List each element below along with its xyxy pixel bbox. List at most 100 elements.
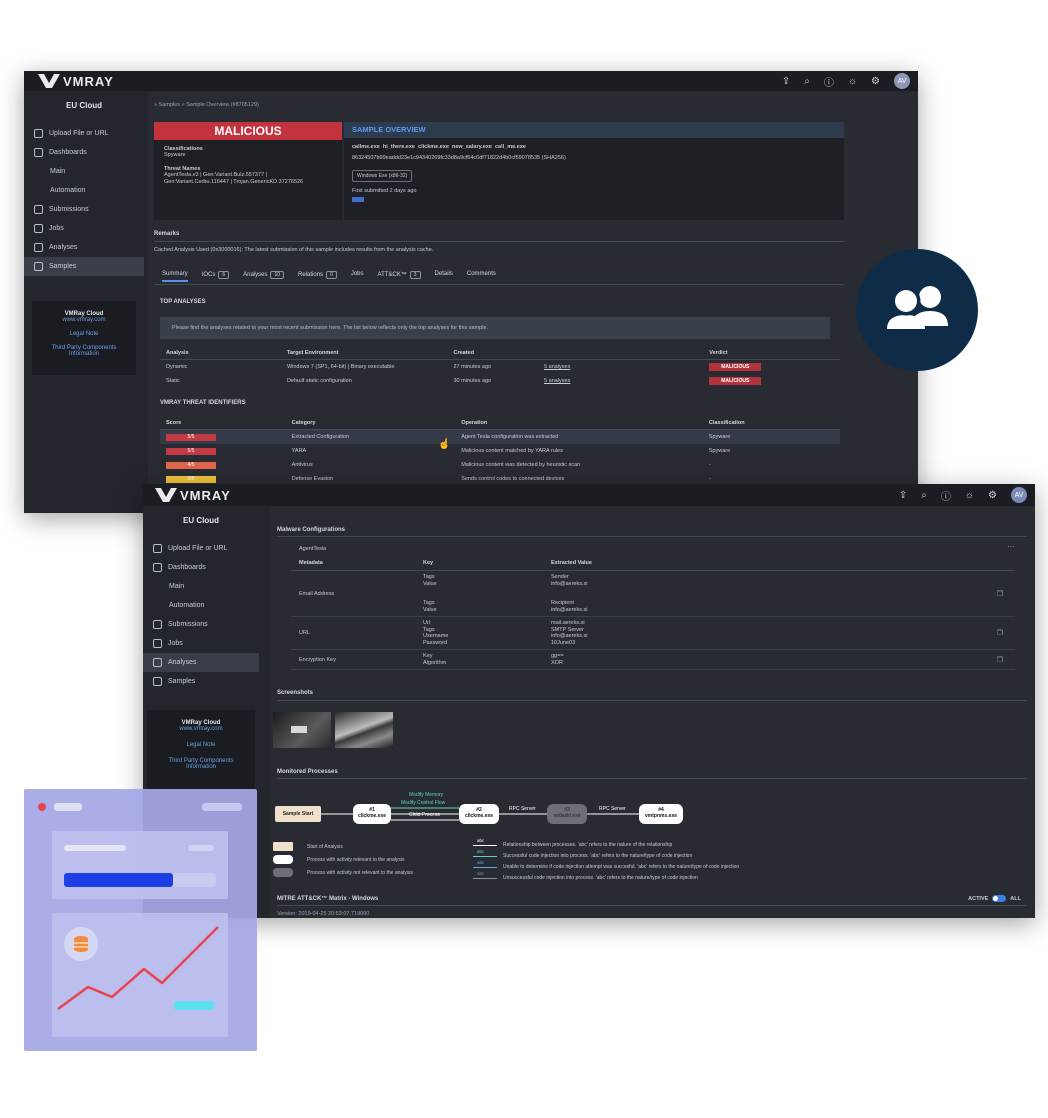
sample-start-node[interactable]: Sample Start (275, 806, 321, 822)
upload-icon[interactable]: ⇪ (782, 76, 790, 87)
copy-icon[interactable]: ❐ (997, 590, 1003, 598)
toolbar-icons: ⇪ ⌕ ⓘ ☼ ⚙ AV (899, 487, 1027, 503)
vmray-logo[interactable]: VMRAY (38, 74, 114, 89)
sidebar-item-automation[interactable]: Automation (24, 181, 144, 200)
malware-family: AgentTesla (299, 546, 327, 552)
analyses-link[interactable]: 5 analyses (544, 378, 570, 384)
sidebar-item-upload-file-or-url[interactable]: Upload File or URL (24, 124, 144, 143)
table-row[interactable]: 5/5 YARA Malicious content matched by YARA… (160, 444, 840, 458)
sidebar-item-label: Dashboards (168, 564, 206, 571)
config-value[interactable]: 10June03 (551, 640, 991, 647)
sidebar-item-jobs[interactable]: Jobs (143, 634, 259, 653)
gear-icon[interactable]: ⚙ (988, 490, 997, 501)
toolbar-icons: ⇪ ⌕ ⓘ ☼ ⚙ AV (782, 73, 910, 89)
copy-icon[interactable]: ❐ (997, 656, 1003, 664)
avatar[interactable]: AV (894, 73, 910, 89)
cloud-url-link[interactable]: www.vmray.com (147, 726, 255, 732)
cloud-info-box: VMRay Cloud www.vmray.com Legal Note Thi… (32, 301, 136, 375)
process-node-2[interactable]: #2 clickme.exe (459, 804, 499, 824)
tab-comments[interactable]: Comments (467, 271, 496, 282)
database-icon (34, 205, 43, 214)
screenshot-thumbnail-1[interactable] (273, 712, 331, 748)
tab-relations[interactable]: Relations 0 (298, 271, 337, 282)
theme-icon[interactable]: ☼ (965, 490, 974, 501)
vmray-logo[interactable]: VMRAY (155, 488, 231, 503)
help-icon[interactable]: ⓘ (824, 74, 834, 89)
config-value[interactable]: XOR (551, 660, 991, 667)
tab-jobs[interactable]: Jobs (351, 271, 364, 282)
gear-icon[interactable]: ⚙ (871, 76, 880, 87)
upload-icon (34, 129, 43, 138)
theme-icon[interactable]: ☼ (848, 76, 857, 87)
breadcrumb[interactable]: » Samples » Sample Overview (#8705129) (154, 102, 259, 108)
table-cell: - (708, 476, 711, 482)
sidebar-item-main[interactable]: Main (143, 577, 259, 596)
edge-label-modify-control-flow: Modify Control Flow (401, 800, 446, 806)
file-icon (34, 262, 43, 271)
table-row[interactable]: 5/5 Extracted Configuration Agent Tesla co… (160, 429, 840, 444)
cloud-url-link[interactable]: www.vmray.com (32, 317, 136, 323)
tab-details[interactable]: Details (435, 271, 453, 282)
sidebar-item-label: Main (169, 583, 185, 590)
sidebar-item-analyses[interactable]: Analyses (143, 653, 259, 672)
help-icon[interactable]: ⓘ (941, 488, 951, 503)
sidebar-item-submissions[interactable]: Submissions (143, 615, 259, 634)
table-row[interactable]: 4/5 Antivirus Malicious content was detect… (160, 458, 840, 472)
jobs-icon (34, 224, 43, 233)
sidebar-item-upload-file-or-url[interactable]: Upload File or URL (143, 539, 259, 558)
copy-icon[interactable]: ❐ (997, 629, 1003, 637)
sidebar-item-dashboards[interactable]: Dashboards (143, 558, 259, 577)
legal-note-link[interactable]: Legal Note (147, 742, 255, 748)
config-key: Algorithm (423, 659, 447, 666)
legal-note-link[interactable]: Legal Note (32, 331, 136, 337)
third-party-link[interactable]: Third Party Components Information (147, 758, 255, 770)
sidebar-item-samples[interactable]: Samples (143, 672, 259, 691)
sha256-hash[interactable]: 86324507b99eaddd23e1c94340269fc33d8a9cf6… (352, 155, 540, 161)
tab-summary[interactable]: Summary (162, 271, 188, 282)
table-cell: Malicious content matched by YARA rules (461, 448, 563, 454)
config-value[interactable]: info@aereks.si (551, 607, 991, 614)
third-party-link[interactable]: Third Party Components Information (32, 345, 136, 357)
table-row[interactable]: Static Default static configuration 30 min… (160, 374, 840, 388)
sidebar-item-main[interactable]: Main (24, 162, 144, 181)
divider (277, 536, 1027, 537)
sidebar-item-jobs[interactable]: Jobs (24, 219, 144, 238)
table-cell: Defense Evasion (291, 476, 334, 482)
sidebar-item-samples[interactable]: Samples (24, 257, 144, 276)
analyses-link[interactable]: 5 analyses (544, 364, 570, 370)
table-cell: Sends control codes to connected devices (461, 476, 565, 482)
tab-analyses[interactable]: Analyses 10 (243, 271, 285, 282)
tab-att-ck-[interactable]: ATT&CK™ 3 (378, 271, 421, 282)
search-icon[interactable]: ⌕ (804, 76, 810, 87)
upload-icon[interactable]: ⇪ (899, 490, 907, 501)
score-badge: 4/5 (166, 461, 216, 469)
more-options-icon[interactable]: ··· (1007, 542, 1015, 551)
search-icon[interactable]: ⌕ (921, 490, 927, 501)
process-graph: Sample Start #1 clickme.exe #2 clickme.e… (269, 786, 1035, 836)
edge-label-child-process: Child Process (409, 812, 440, 818)
legend-label: Process with activity not relevant to th… (307, 870, 413, 876)
sidebar-item-submissions[interactable]: Submissions (24, 200, 144, 219)
column-header: Created (447, 347, 539, 360)
column-header[interactable]: Score (160, 417, 286, 430)
table-cell: Agent Tesla configuration was extracted (461, 434, 559, 440)
column-header (538, 347, 704, 360)
filenames: callme.exe hi_there.exe clickme.exe new_… (352, 144, 526, 150)
malware-config-table: Metadata Key Extracted Value Email Address T… (291, 556, 1015, 694)
sidebar-item-automation[interactable]: Automation (143, 596, 259, 615)
mitre-version: Version: 2019-04-25 20:53:07.719000 (277, 911, 370, 917)
avatar[interactable]: AV (1011, 487, 1027, 503)
process-node-4[interactable]: #4 vmtpnms.exe (639, 804, 683, 824)
pill (174, 1001, 214, 1010)
column-header[interactable]: Verdict (703, 347, 840, 360)
screenshot-thumbnail-2[interactable] (335, 712, 393, 748)
sidebar-item-analyses[interactable]: Analyses (24, 238, 144, 257)
table-cell: Static (166, 378, 180, 384)
process-node-1[interactable]: #1 clickme.exe (353, 804, 391, 824)
score-badge: 3/5 (166, 475, 216, 483)
sidebar-item-dashboards[interactable]: Dashboards (24, 143, 144, 162)
active-all-toggle[interactable] (992, 895, 1007, 902)
tab-iocs[interactable]: IOCs 6 (202, 271, 230, 282)
process-node-3[interactable]: #3 netbuild.exe (547, 804, 587, 824)
table-row[interactable]: Dynamic Windows 7 (SP1, 64-bit) | Binary … (160, 360, 840, 375)
